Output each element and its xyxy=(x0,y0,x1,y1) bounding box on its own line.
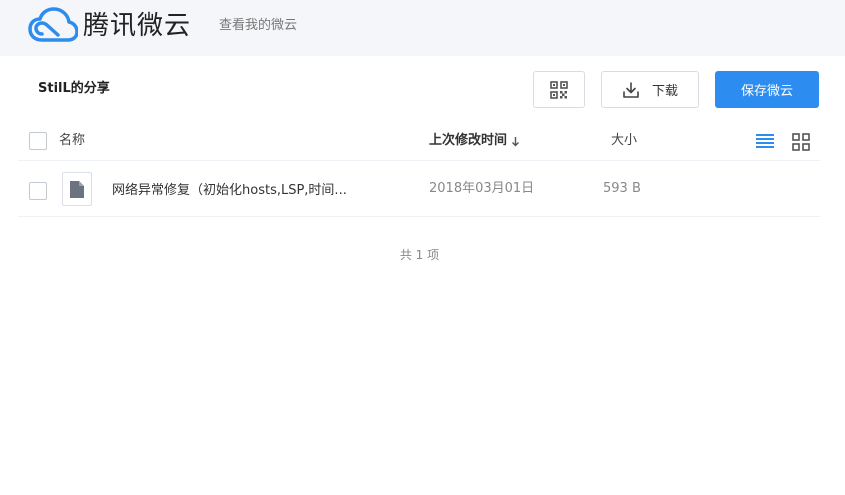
download-icon xyxy=(623,81,639,98)
save-to-weiyun-button[interactable]: 保存微云 xyxy=(715,71,819,108)
column-header-modified-label: 上次修改时间 xyxy=(429,133,508,148)
file-icon xyxy=(62,172,92,206)
download-button[interactable]: 下载 xyxy=(601,71,699,108)
qr-code-button[interactable] xyxy=(533,71,585,108)
column-header-modified[interactable]: 上次修改时间 xyxy=(429,132,520,150)
item-count-text: 共 1 项 xyxy=(399,248,440,262)
brand-name: 腾讯微云 xyxy=(83,11,192,41)
file-name[interactable]: 网络异常修复（初始化hosts,LSP,时间... xyxy=(112,182,347,200)
row-divider xyxy=(18,216,820,217)
list-view-icon[interactable] xyxy=(756,133,774,149)
qr-code-icon xyxy=(550,80,568,99)
my-weiyun-link[interactable]: 查看我的微云 xyxy=(219,17,297,35)
column-header-name[interactable]: 名称 xyxy=(59,132,85,150)
file-modified-date: 2018年03月01日 xyxy=(429,181,535,196)
top-bar: 腾讯微云 查看我的微云 xyxy=(0,0,845,56)
grid-view-icon[interactable] xyxy=(792,133,810,151)
item-count: 共 1 项 xyxy=(0,246,845,264)
arrow-down-icon xyxy=(512,136,520,146)
cloud-icon[interactable] xyxy=(28,7,78,45)
row-checkbox[interactable] xyxy=(29,182,47,200)
file-size: 593 B xyxy=(603,181,641,196)
share-title: StilL的分享 xyxy=(38,81,110,96)
select-all-checkbox[interactable] xyxy=(29,132,47,150)
download-label: 下载 xyxy=(651,84,678,99)
column-header-size[interactable]: 大小 xyxy=(611,132,637,150)
table-header: 名称 上次修改时间 大小 xyxy=(0,122,845,160)
